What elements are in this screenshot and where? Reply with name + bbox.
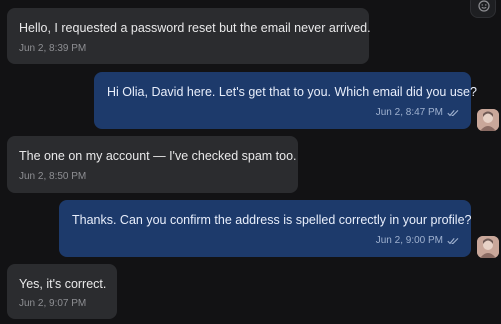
message-timestamp: Jun 2, 8:47 PM (375, 107, 443, 118)
emoji-reaction-button[interactable] (470, 0, 496, 18)
message-timestamp: Jun 2, 8:39 PM (19, 43, 87, 54)
message-bubble-outgoing[interactable]: Thanks. Can you confirm the address is s… (59, 200, 472, 257)
double-check-icon (447, 238, 459, 245)
message-bubble-outgoing[interactable]: Hi Olia, David here. Let's get that to y… (94, 72, 477, 129)
message-timestamp: Jun 2, 9:00 PM (375, 235, 443, 246)
message-text: Yes, it's correct. (19, 277, 107, 291)
agent-avatar (477, 236, 499, 258)
agent-avatar (477, 109, 499, 131)
message-bubble-incoming[interactable]: Hello, I requested a password reset but … (7, 8, 371, 64)
emoji-reaction-icon (478, 0, 490, 12)
double-check-icon (447, 110, 459, 117)
message-text: Thanks. Can you confirm the address is s… (72, 213, 472, 227)
message-bubble-incoming[interactable]: Yes, it's correct. Jun 2, 9:07 PM (7, 264, 117, 319)
message-timestamp: Jun 2, 8:50 PM (19, 171, 87, 182)
message-text: Hello, I requested a password reset but … (19, 21, 371, 35)
message-bubble-incoming[interactable]: The one on my account — I've checked spa… (7, 136, 298, 193)
message-timestamp: Jun 2, 9:07 PM (19, 298, 87, 309)
message-text: The one on my account — I've checked spa… (19, 149, 297, 163)
message-text: Hi Olia, David here. Let's get that to y… (107, 85, 477, 99)
chat-thread: Hello, I requested a password reset but … (0, 0, 501, 324)
